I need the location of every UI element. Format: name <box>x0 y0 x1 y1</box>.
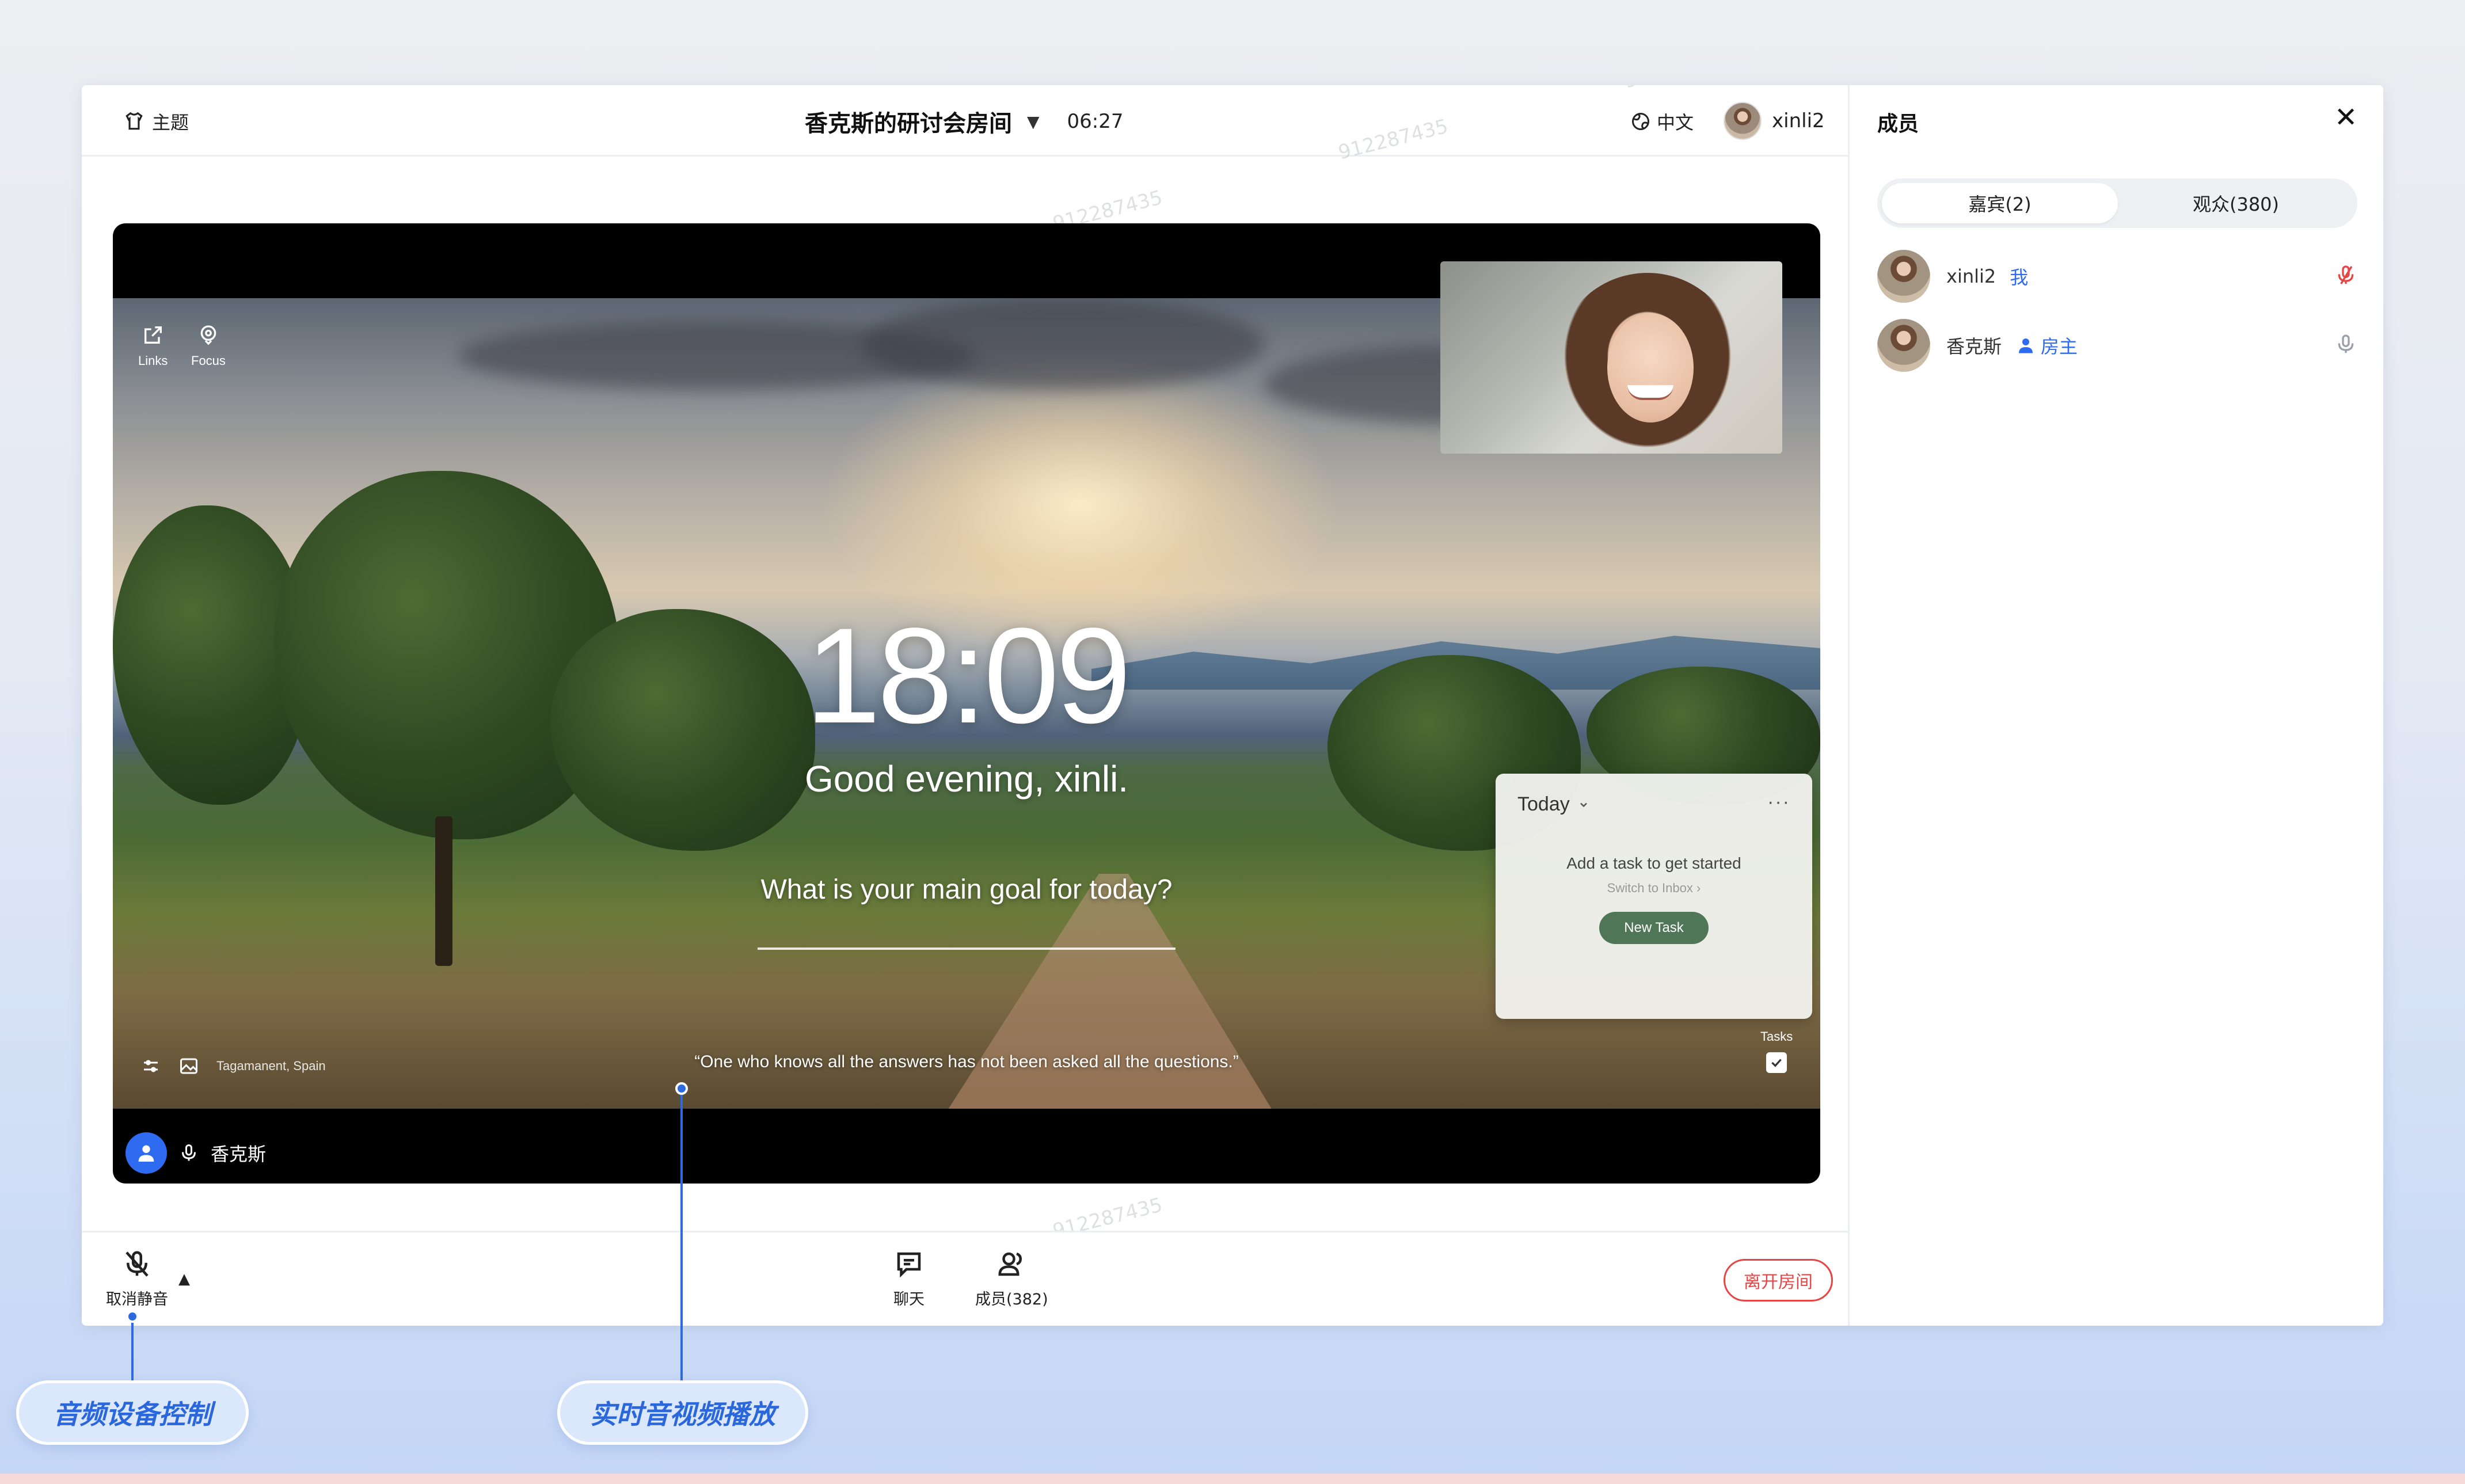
chevron-down-icon <box>1580 802 1587 807</box>
screen-bottom-tools: Tagamanent, Spain <box>140 1056 326 1076</box>
external-link-icon <box>144 326 162 344</box>
leave-room-button[interactable]: 离开房间 <box>1724 1259 1833 1302</box>
photo-location: Tagamanent, Spain <box>216 1059 326 1073</box>
theme-label: 主题 <box>152 112 189 134</box>
globe-icon <box>1632 113 1649 130</box>
list-item[interactable]: xinli2 我 <box>1877 249 2357 304</box>
image-icon <box>180 1058 197 1074</box>
microphone-muted-icon <box>125 1251 149 1277</box>
avatar <box>1724 102 1762 140</box>
theme-button[interactable]: 主题 <box>123 105 189 138</box>
audio-options-caret[interactable]: ▲ <box>178 1270 190 1288</box>
video-stage[interactable]: Links Focus 18:09 Good evening, xinli. W… <box>113 223 1820 1184</box>
tasks-empty-text: Add a task to get started <box>1566 854 1741 872</box>
member-tabs: 嘉宾(2) 观众(380) <box>1877 178 2357 228</box>
room-title-dropdown[interactable]: 香克斯的研讨会房间 ▼ 06:27 <box>805 101 1124 142</box>
avatar <box>125 1132 167 1174</box>
language-switch[interactable]: 中文 <box>1630 105 1694 138</box>
member-tag: 房主 <box>2041 336 2078 357</box>
tasks-panel: Today ··· Add a task to get started Swit… <box>1496 774 1812 1019</box>
unmute-button[interactable]: 取消静音 <box>106 1249 168 1309</box>
focus-icon <box>200 325 216 345</box>
settings-sliders-icon <box>144 1060 158 1072</box>
members-button[interactable]: 成员(382) <box>975 1249 1048 1309</box>
user-menu[interactable]: xinli2 <box>1724 100 1825 142</box>
tasks-list-selector[interactable]: Today <box>1517 793 1589 816</box>
main-area: 主题 香克斯的研讨会房间 ▼ 06:27 中文 xinli2 912287435… <box>82 85 1848 1326</box>
microphone-muted-icon[interactable] <box>2334 264 2357 287</box>
shirt-icon <box>125 112 143 130</box>
switch-to-inbox-link[interactable]: Switch to Inbox › <box>1496 881 1812 896</box>
callout-leader-line <box>680 1088 683 1382</box>
new-task-button[interactable]: New Task <box>1599 912 1709 944</box>
member-name: 香克斯 <box>1946 336 2002 357</box>
speaker-label: 香克斯 <box>125 1132 266 1174</box>
close-icon[interactable]: ✕ <box>2334 104 2357 131</box>
panel-title: 成员 <box>1877 112 1919 136</box>
dirt-path <box>944 874 1276 1109</box>
links-button[interactable]: Links <box>138 324 168 368</box>
room-name: 香克斯的研讨会房间 <box>805 111 1012 137</box>
language-label: 中文 <box>1657 112 1694 134</box>
chevron-down-icon: ▼ <box>1027 112 1040 131</box>
pip-face <box>1607 313 1694 423</box>
callout-audio-device-control: 音频设备控制 <box>16 1380 249 1445</box>
microphone-icon <box>182 1144 196 1161</box>
more-icon[interactable]: ··· <box>1767 791 1790 813</box>
checkbox-icon <box>1771 1059 1782 1067</box>
room-timer: 06:27 <box>1067 110 1124 133</box>
member-name: xinli2 <box>1946 265 1996 287</box>
tab-audience[interactable]: 观众(380) <box>2118 183 2354 223</box>
app-window: 主题 香克斯的研讨会房间 ▼ 06:27 中文 xinli2 912287435… <box>82 85 2383 1326</box>
tasks-toggle[interactable] <box>1766 1052 1787 1073</box>
avatar <box>1877 250 1930 303</box>
list-item[interactable]: 香克斯 房主 <box>1877 318 2357 373</box>
callout-leader-dot <box>675 1082 688 1095</box>
speaker-name: 香克斯 <box>211 1143 267 1165</box>
tasks-label: Tasks <box>1760 1029 1793 1044</box>
host-badge: 房主 <box>2015 332 2078 359</box>
user-icon <box>2019 338 2033 353</box>
focus-button[interactable]: Focus <box>191 324 226 368</box>
bottom-toolbar: 取消静音 ▲ 聊天 成员(382) 离开房间 <box>82 1231 1848 1326</box>
cloud <box>861 298 1264 390</box>
username: xinli2 <box>1772 109 1825 132</box>
screen-clock: 18:09 <box>805 600 1132 752</box>
top-bar: 主题 香克斯的研讨会房间 ▼ 06:27 中文 xinli2 <box>82 85 1848 157</box>
users-icon <box>998 1252 1022 1276</box>
callout-leader-line <box>131 1316 134 1385</box>
avatar <box>1877 319 1930 372</box>
members-panel: 成员 ✕ 嘉宾(2) 观众(380) xinli2 我 香克斯 房主 <box>1848 85 2383 1326</box>
camera-pip[interactable] <box>1440 261 1782 454</box>
member-tag: 我 <box>2010 267 2029 288</box>
chat-button[interactable]: 聊天 <box>893 1249 925 1309</box>
user-icon <box>138 1145 154 1162</box>
callout-realtime-av-playback: 实时音视频播放 <box>557 1380 808 1445</box>
bottom-edge <box>0 1474 2465 1484</box>
tab-guests[interactable]: 嘉宾(2) <box>1882 183 2118 223</box>
chat-icon <box>897 1252 921 1278</box>
goal-input-line <box>758 948 1176 950</box>
callout-leader-dot <box>126 1310 139 1323</box>
microphone-icon[interactable] <box>2334 333 2357 356</box>
screen-quote: “One who knows all the answers has not b… <box>694 1052 1239 1071</box>
